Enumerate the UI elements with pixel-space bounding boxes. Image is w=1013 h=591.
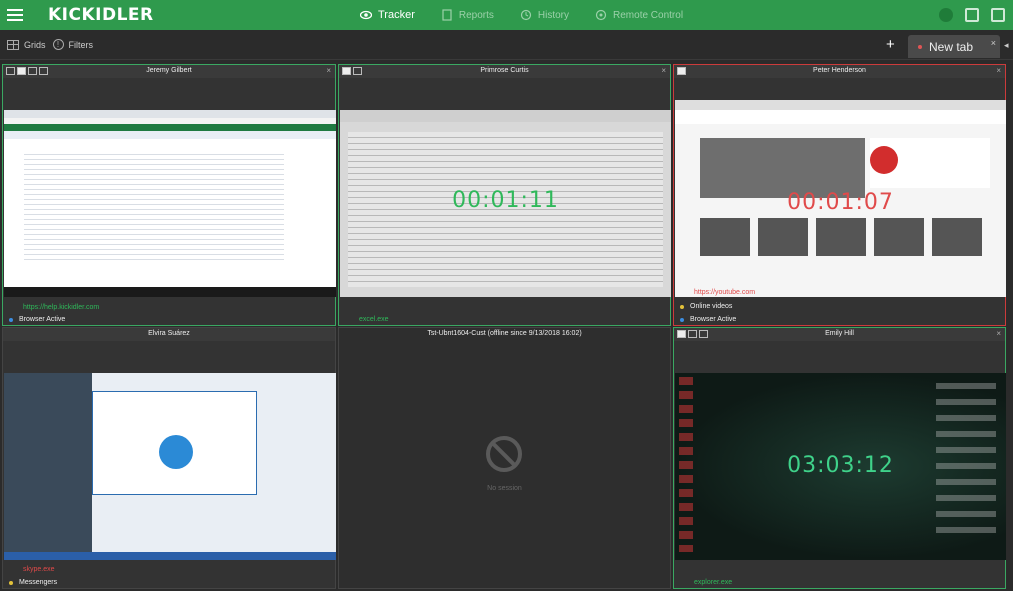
screen-preview [4, 110, 336, 297]
idle-timer: 03:03:12 [787, 453, 894, 478]
nav-remote-control-label: Remote Control [613, 9, 684, 21]
pane-title: Jeremy Gilbert [146, 67, 192, 74]
app-logo: KICKIDLER [48, 5, 154, 25]
grids-button[interactable]: Grids [7, 39, 46, 50]
monitor-pane-emily[interactable]: Emily Hill × 03:03:12 explorer.exe [673, 327, 1006, 589]
activity-status: Online videos [680, 303, 732, 310]
activity-label: Messengers [19, 579, 58, 586]
status-dot-icon [680, 304, 684, 309]
status-dot-icon [680, 317, 684, 322]
activity-label: Browser Active [19, 316, 66, 323]
monitor-pane-peter[interactable]: Peter Henderson × 00:01:07 https://youtu… [673, 64, 1006, 326]
eye-icon [360, 10, 372, 20]
screen-preview: 00:01:07 [675, 100, 1006, 297]
idle-timer: 00:01:11 [452, 188, 559, 213]
close-icon[interactable]: × [326, 66, 331, 75]
pane-title: Emily Hill [825, 330, 854, 337]
close-icon[interactable]: × [996, 329, 1001, 338]
grids-label: Grids [24, 39, 46, 50]
screen-preview: 03:03:12 [675, 373, 1006, 560]
activity-status: Browser Active [9, 316, 65, 323]
tab-close-icon[interactable]: × [991, 38, 996, 48]
user-status-icon[interactable] [939, 8, 953, 22]
status-dot-icon [9, 580, 13, 585]
top-bar: KICKIDLER Tracker Reports History Remote… [0, 0, 1013, 30]
monitor-pane-offline[interactable]: Tst-Ubnt1604-Cust (offline since 9/13/20… [338, 327, 671, 589]
nav-tracker-label: Tracker [378, 9, 415, 21]
fullscreen-icon[interactable] [991, 8, 1005, 22]
active-url[interactable]: https://youtube.com [694, 289, 755, 296]
active-process: skype.exe [23, 566, 55, 573]
filter-icon: ! [52, 39, 64, 50]
close-icon[interactable]: × [661, 66, 666, 75]
nav-tracker[interactable]: Tracker [360, 9, 415, 21]
activity-status-secondary: Browser Active [680, 316, 736, 323]
pane-header: Primrose Curtis × [339, 65, 670, 78]
monitor-pane-jeremy[interactable]: Jeremy Gilbert × https://help.kickidler.… [2, 64, 336, 326]
close-icon[interactable]: × [996, 66, 1001, 75]
pane-header: Emily Hill × [674, 328, 1005, 341]
export-icon[interactable] [965, 8, 979, 22]
add-tab-button[interactable]: + [886, 36, 895, 53]
history-icon [520, 9, 531, 21]
nav-reports[interactable]: Reports [441, 9, 494, 21]
activity-label: Browser Active [690, 316, 737, 323]
main-nav: Tracker Reports History Remote Control [360, 0, 709, 30]
remote-control-icon [595, 9, 607, 21]
pane-header: Jeremy Gilbert × [3, 65, 335, 78]
nav-history-label: History [537, 9, 570, 21]
nav-reports-label: Reports [458, 9, 494, 21]
pane-title: Elvira Suárez [148, 330, 190, 337]
toolbar: Grids ! Filters [0, 30, 1013, 60]
tab-new-tab[interactable]: New tab × [908, 35, 1000, 58]
activity-status: Messengers [9, 579, 57, 586]
idle-timer: 00:01:07 [787, 190, 894, 215]
active-process: explorer.exe [694, 579, 733, 586]
active-url[interactable]: https://help.kickidler.com [23, 304, 99, 311]
tab-scroll-icon[interactable]: ◂ [1004, 40, 1009, 51]
pane-header: Tst-Ubnt1604-Cust (offline since 9/13/20… [339, 328, 670, 341]
monitor-pane-primrose[interactable]: Primrose Curtis × 00:01:11 excel.exe [338, 64, 671, 326]
menu-icon[interactable] [0, 0, 30, 30]
nav-history[interactable]: History [520, 9, 569, 21]
offline-label: No session [487, 485, 522, 492]
report-icon [442, 9, 452, 21]
status-dot-icon [9, 317, 13, 322]
activity-label: Online videos [690, 303, 733, 310]
top-right-controls [939, 0, 1005, 30]
tab-indicator-icon [918, 44, 922, 49]
pane-header: Peter Henderson × [674, 65, 1005, 78]
monitor-pane-elvira[interactable]: Elvira Suárez skype.exe Messengers [2, 327, 336, 589]
nav-remote-control[interactable]: Remote Control [595, 9, 683, 21]
active-process: excel.exe [359, 316, 389, 323]
tab-label: New tab [929, 39, 974, 54]
pane-header: Elvira Suárez [3, 328, 335, 341]
filters-label: Filters [68, 39, 94, 50]
filters-button[interactable]: ! Filters [52, 39, 94, 50]
offline-icon [486, 436, 522, 472]
pane-title: Tst-Ubnt1604-Cust (offline since 9/13/20… [427, 330, 582, 337]
screen-preview [4, 373, 336, 560]
grid-icon [7, 39, 19, 50]
screen-preview: 00:01:11 [340, 110, 671, 297]
pane-title: Primrose Curtis [480, 67, 529, 74]
pane-title: Peter Henderson [813, 67, 866, 74]
